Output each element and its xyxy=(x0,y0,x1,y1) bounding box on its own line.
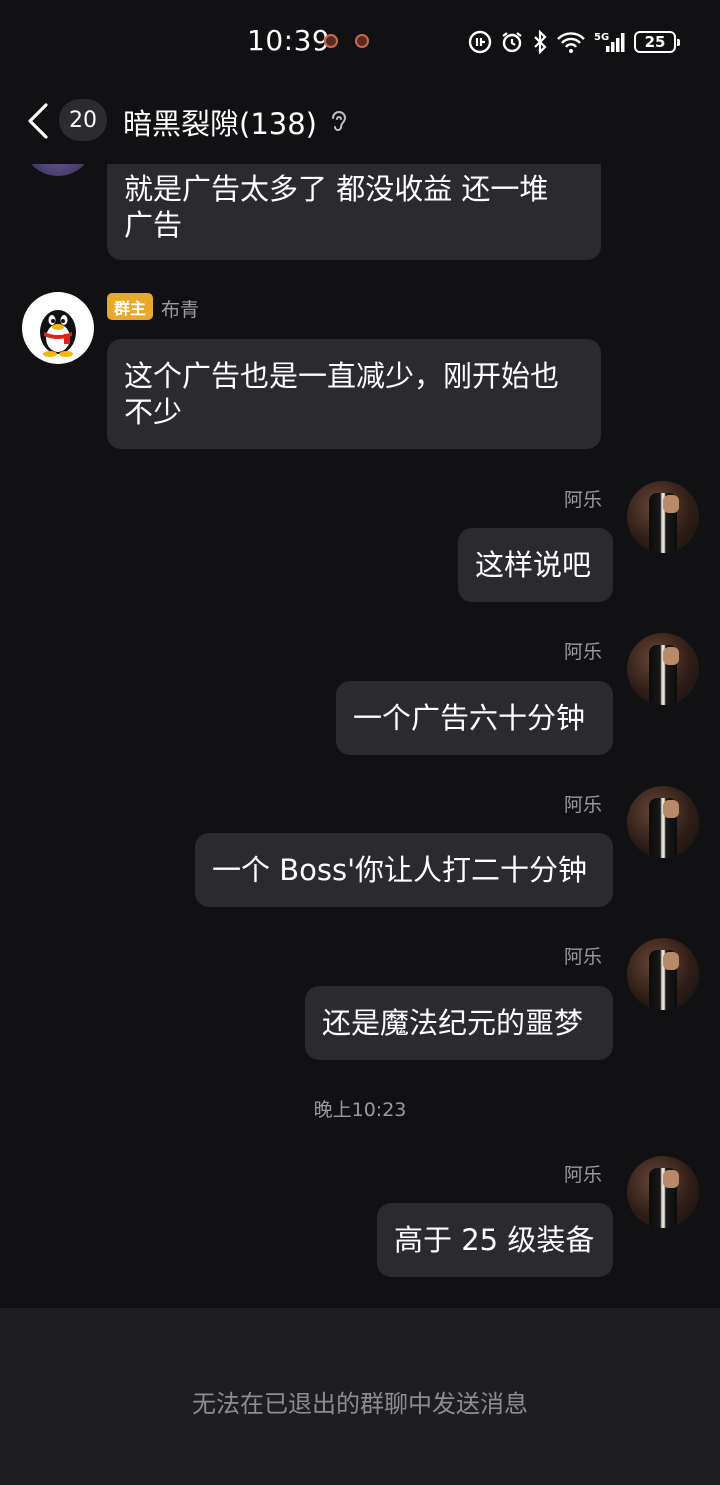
sender-name: 阿乐 xyxy=(564,794,603,816)
message-bubble[interactable]: 就是广告太多了 都没收益 还一堆 广告 xyxy=(107,154,601,260)
status-icons: 5G 25 xyxy=(468,28,680,56)
avatar-self[interactable] xyxy=(627,1156,699,1228)
bluetooth-icon xyxy=(534,30,547,54)
battery-level: 25 xyxy=(644,33,666,51)
chat-header: 20 暗黑裂隙(138) xyxy=(0,84,720,164)
message-text: 还是魔法纪元的噩梦 xyxy=(322,1006,584,1040)
battery-icon: 25 xyxy=(634,31,680,53)
penguin-icon xyxy=(40,310,76,357)
message-text: 这样说吧 xyxy=(475,548,592,582)
message-bubble[interactable]: 这样说吧 xyxy=(458,528,613,602)
status-time: 10:39 xyxy=(247,24,331,57)
time-divider: 晚上10:23 xyxy=(313,1099,407,1121)
message-bubble[interactable]: 高于 25 级装备 xyxy=(377,1203,613,1277)
wifi-icon xyxy=(557,32,585,53)
notification-icon xyxy=(355,34,369,48)
message-text-line: 广告 xyxy=(124,208,183,242)
sender-name: 布青 xyxy=(161,299,200,321)
group-owner-tag: 群主 xyxy=(107,293,153,320)
cannot-send-notice: 无法在已退出的群聊中发送消息 xyxy=(192,1390,528,1418)
avatar-self[interactable] xyxy=(627,481,699,553)
chat-screen: 10:39 5G 25 20 暗黑裂隙(138) 就是广告太多了 都没收益 还一… xyxy=(0,0,720,1485)
message-text-line: 不少 xyxy=(124,395,183,429)
message-text: 一个 Boss'你让人打二十分钟 xyxy=(212,853,588,887)
data-saver-icon xyxy=(468,30,492,54)
sender-name: 阿乐 xyxy=(564,641,603,663)
notification-icon xyxy=(324,34,338,48)
message-bubble[interactable]: 这个广告也是一直减少，刚开始也 不少 xyxy=(107,339,601,449)
status-bar: 10:39 5G 25 xyxy=(0,0,720,84)
avatar-self[interactable] xyxy=(627,786,699,858)
message-text-line: 就是广告太多了 都没收益 还一堆 xyxy=(124,172,549,206)
avatar-self[interactable] xyxy=(627,633,699,705)
message-text: 高于 25 级装备 xyxy=(394,1223,595,1257)
back-button[interactable] xyxy=(22,100,56,142)
earpiece-mode-icon[interactable] xyxy=(329,108,349,136)
unread-count-badge[interactable]: 20 xyxy=(59,99,107,141)
message-text-line: 这个广告也是一直减少，刚开始也 xyxy=(124,359,560,393)
input-disabled-bar: 无法在已退出的群聊中发送消息 xyxy=(0,1308,720,1485)
message-bubble[interactable]: 一个 Boss'你让人打二十分钟 xyxy=(195,833,613,907)
alarm-icon xyxy=(502,32,522,53)
sender-name: 阿乐 xyxy=(564,946,603,968)
chat-title[interactable]: 暗黑裂隙(138) xyxy=(123,101,317,143)
svg-text:5G: 5G xyxy=(594,32,609,43)
sender-name: 阿乐 xyxy=(564,1164,603,1186)
message-bubble[interactable]: 一个广告六十分钟 xyxy=(336,681,613,755)
message-bubble[interactable]: 还是魔法纪元的噩梦 xyxy=(305,986,613,1060)
signal-icon: 5G xyxy=(594,32,625,52)
avatar-qq-penguin[interactable] xyxy=(22,292,94,364)
message-text: 一个广告六十分钟 xyxy=(353,701,586,735)
sender-name: 阿乐 xyxy=(564,489,603,511)
avatar-self[interactable] xyxy=(627,938,699,1010)
